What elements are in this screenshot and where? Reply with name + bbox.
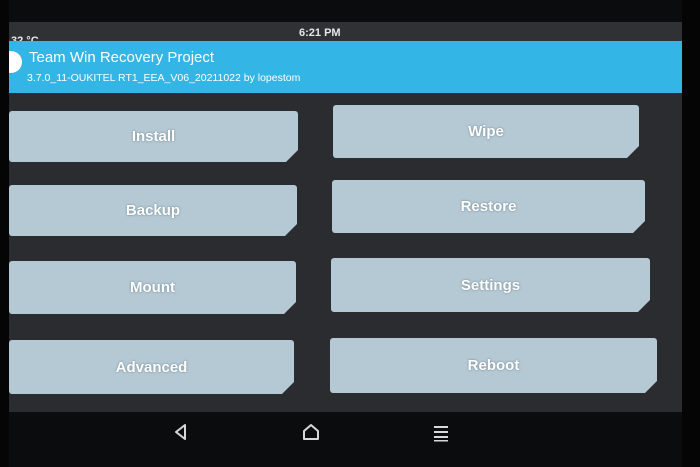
back-icon[interactable] [170, 421, 192, 443]
backup-button[interactable]: Backup [9, 185, 297, 236]
left-bezel [0, 0, 9, 467]
home-icon[interactable] [300, 421, 322, 443]
status-bar: 32 °C 6:21 PM [9, 22, 682, 47]
app-header: Team Win Recovery Project 3.7.0_11-OUKIT… [9, 41, 682, 93]
mount-button[interactable]: Mount [9, 261, 296, 314]
wipe-button[interactable]: Wipe [333, 105, 639, 158]
right-bezel [682, 0, 700, 467]
reboot-button[interactable]: Reboot [330, 338, 657, 393]
install-button[interactable]: Install [9, 111, 298, 162]
app-version: 3.7.0_11-OUKITEL RT1_EEA_V06_20211022 by… [27, 72, 301, 84]
clock: 6:21 PM [299, 27, 341, 39]
navigation-bar [9, 412, 682, 452]
settings-button[interactable]: Settings [331, 258, 650, 312]
restore-button[interactable]: Restore [332, 180, 645, 233]
recovery-screen: 32 °C 6:21 PM Team Win Recovery Project … [9, 22, 682, 412]
app-title: Team Win Recovery Project [29, 49, 215, 66]
menu-icon[interactable] [430, 421, 452, 443]
twrp-logo-icon [9, 51, 22, 73]
advanced-button[interactable]: Advanced [9, 340, 294, 394]
